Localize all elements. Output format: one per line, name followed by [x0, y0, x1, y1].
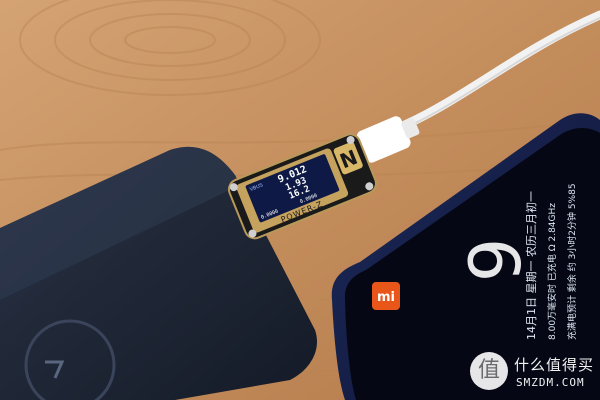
mi-logo: mi — [377, 290, 395, 305]
photo-illustration: N VBUS 9.012 1.93 16.2 0.0000 0.0000 POW… — [0, 0, 600, 400]
photo-scene: N VBUS 9.012 1.93 16.2 0.0000 0.0000 POW… — [0, 0, 600, 400]
watermark-text-en: SMZDM.COM — [516, 376, 585, 389]
watermark: 值 什么值得买 SMZDM.COM — [462, 346, 598, 396]
watermark-text-cn: 什么值得买 — [514, 356, 595, 374]
watermark-logo-glyph: 值 — [477, 358, 500, 383]
phone-text-line-2: 8.00万毫安时 已充电 Ω 2.84GHz — [546, 203, 558, 340]
phone-text-line-1: 14月1日 星期一 农历三月初一 — [524, 191, 538, 340]
phone-text-line-3: 充满电预计 剩余 约 3小时2分钟 5%85 — [566, 183, 578, 340]
watermark-logo: 值 — [470, 352, 508, 390]
